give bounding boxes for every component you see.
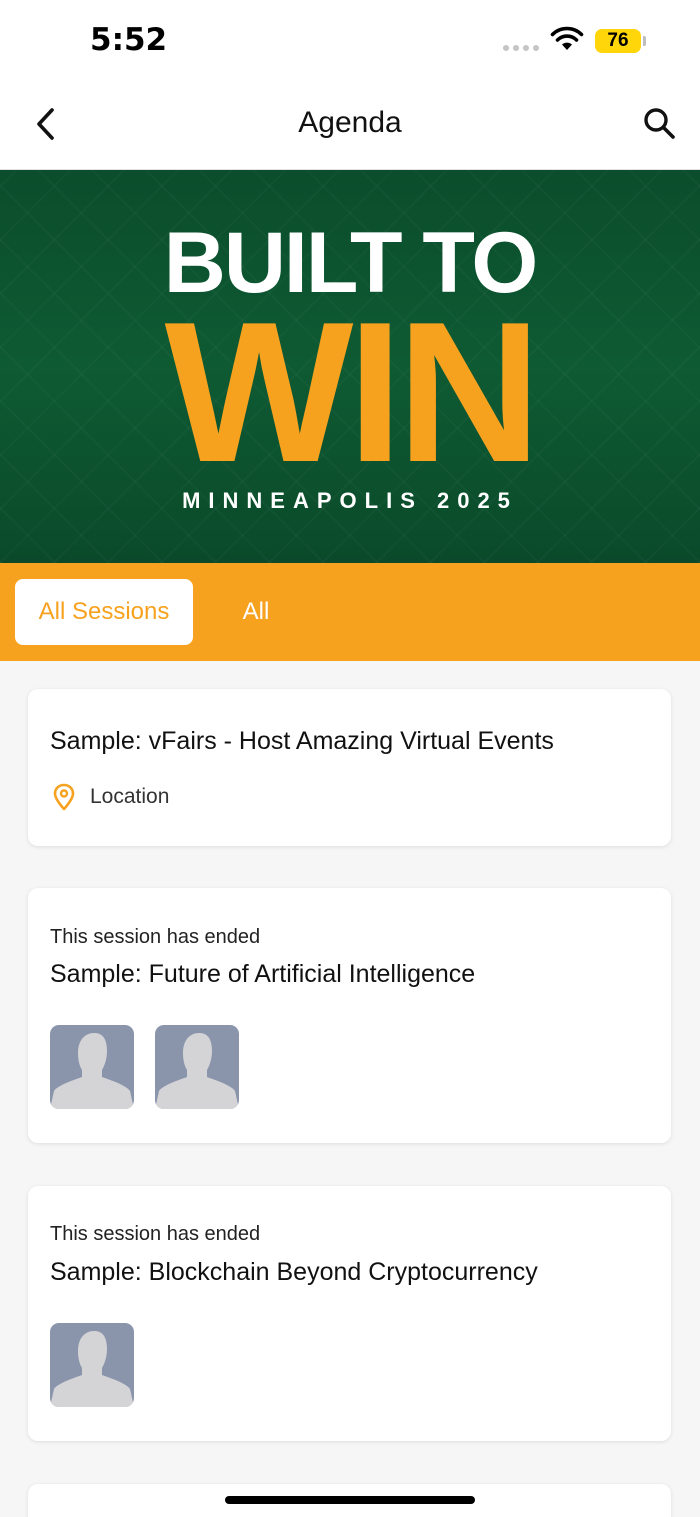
tabs-bar: All Sessions All: [0, 563, 700, 661]
home-indicator: [225, 1496, 475, 1504]
tab-all[interactable]: All: [226, 579, 286, 645]
cellular-signal-icon: [503, 45, 539, 51]
tab-all-sessions[interactable]: All Sessions: [15, 579, 193, 645]
session-title: Sample: Future of Artificial Intelligenc…: [50, 960, 476, 988]
session-title: Sample: vFairs - Host Amazing Virtual Ev…: [50, 727, 554, 755]
speaker-list: [50, 1025, 239, 1109]
session-title: Sample: Blockchain Beyond Cryptocurrency: [50, 1258, 538, 1286]
speaker-avatar[interactable]: [50, 1323, 134, 1407]
person-placeholder-icon: [155, 1033, 239, 1109]
battery-level: 76: [607, 30, 629, 51]
session-status: This session has ended: [50, 926, 261, 948]
speaker-avatar[interactable]: [155, 1025, 239, 1109]
session-card[interactable]: This session has ended Sample: Future of…: [28, 888, 671, 1143]
search-icon[interactable]: [640, 104, 680, 144]
speaker-avatar[interactable]: [50, 1025, 134, 1109]
location-pin-icon: [53, 783, 75, 811]
battery-cap: [643, 36, 646, 46]
location-label: Location: [90, 785, 170, 808]
person-placeholder-icon: [50, 1033, 134, 1109]
session-card[interactable]: This session has ended Sample: Blockchai…: [28, 1186, 671, 1441]
session-location: Location: [50, 783, 169, 811]
speaker-list: [50, 1323, 134, 1407]
wifi-icon: [550, 26, 584, 50]
nav-bar: Agenda: [0, 84, 700, 170]
person-placeholder-icon: [50, 1331, 134, 1407]
session-card[interactable]: Sample: vFairs - Host Amazing Virtual Ev…: [28, 689, 671, 846]
battery-icon: 76: [595, 29, 641, 53]
banner-subtitle: MINNEAPOLIS 2025: [182, 488, 518, 513]
event-banner: BUILT TO WIN MINNEAPOLIS 2025: [0, 170, 700, 563]
status-bar: 5:52 76: [0, 0, 700, 84]
page-title: Agenda: [298, 106, 402, 139]
status-time: 5:52: [90, 22, 168, 58]
session-status: This session has ended: [50, 1223, 261, 1245]
banner-highlight: WIN: [164, 281, 542, 504]
